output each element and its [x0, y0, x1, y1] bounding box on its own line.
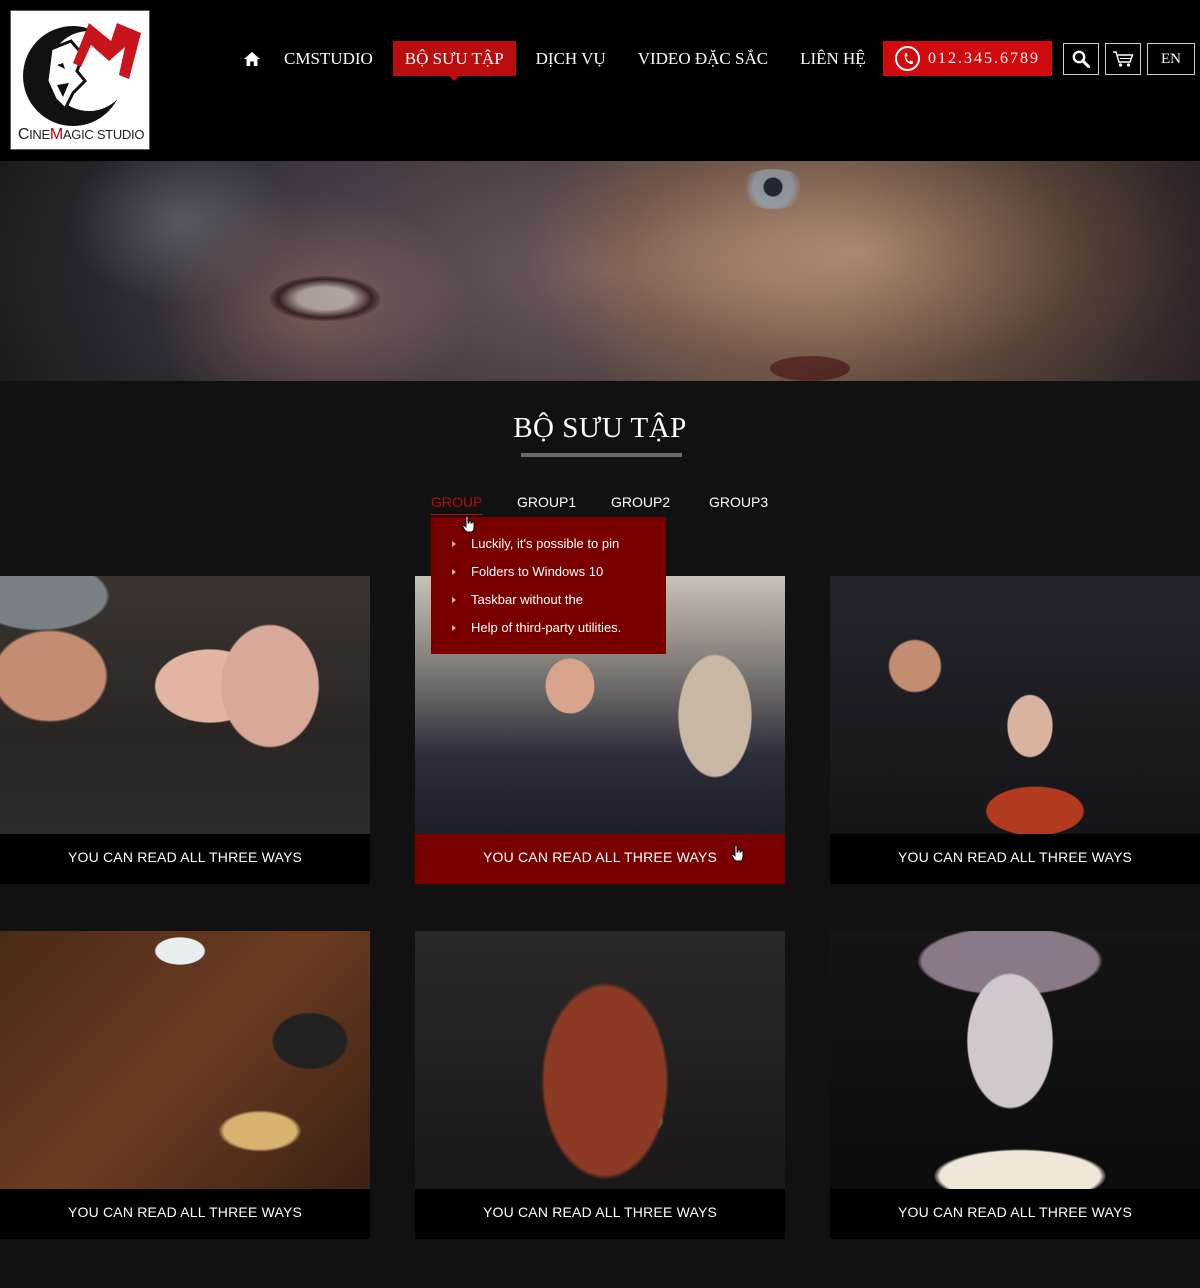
dropdown-item[interactable]: Help of third-party utilities.: [431, 614, 666, 642]
tab-group2[interactable]: GROUP2: [611, 494, 670, 510]
tab-group3[interactable]: GROUP3: [709, 494, 768, 510]
gallery-card[interactable]: YOU CAN READ ALL THREE WAYS: [830, 576, 1200, 884]
cart-button[interactable]: [1105, 43, 1141, 75]
site-header: CINEMAGIC STUDIO CMSTUDIO BỘ SƯU TẬP DỊC…: [0, 0, 1200, 161]
gallery-caption: YOU CAN READ ALL THREE WAYS: [830, 1189, 1200, 1239]
gallery-image: [830, 931, 1200, 1189]
gallery-caption: YOU CAN READ ALL THREE WAYS: [830, 834, 1200, 884]
gallery-image: [0, 576, 370, 834]
gallery-card[interactable]: YOU CAN READ ALL THREE WAYS: [830, 931, 1200, 1239]
nav-item-bo-suu-tap[interactable]: BỘ SƯU TẬP: [392, 41, 516, 81]
dropdown-item[interactable]: Folders to Windows 10: [431, 558, 666, 586]
logo[interactable]: CINEMAGIC STUDIO: [10, 10, 150, 150]
gallery-card[interactable]: YOU CAN READ ALL THREE WAYS: [0, 931, 370, 1239]
nav-item-cmstudio[interactable]: CMSTUDIO: [272, 41, 385, 76]
nav-item-dich-vu[interactable]: DỊCH VỤ: [524, 41, 618, 76]
gallery-caption: YOU CAN READ ALL THREE WAYS: [0, 834, 370, 884]
dropdown-item[interactable]: Taskbar without the: [431, 586, 666, 614]
section-title: BỘ SƯU TẬP: [513, 412, 687, 444]
gallery-image: [0, 931, 370, 1189]
phone-number: 012.345.6789: [928, 49, 1040, 67]
banner-vignette: [0, 161, 1200, 381]
gallery-card[interactable]: YOU CAN READ ALL THREE WAYS: [0, 576, 370, 884]
tab-group[interactable]: GROUP: [431, 494, 483, 515]
cart-icon: [1113, 51, 1134, 67]
search-button[interactable]: [1063, 43, 1099, 75]
gallery-caption: YOU CAN READ ALL THREE WAYS: [415, 834, 785, 884]
dropdown-item[interactable]: Luckily, it's possible to pin: [431, 530, 666, 558]
gallery-image: [415, 931, 785, 1189]
phone-icon: [895, 46, 920, 71]
group-dropdown-menu: Luckily, it's possible to pin Folders to…: [431, 517, 666, 654]
tab-group1[interactable]: GROUP1: [517, 494, 576, 510]
hero-banner: [0, 161, 1200, 381]
gallery-card[interactable]: YOU CAN READ ALL THREE WAYS: [415, 931, 785, 1239]
hand-cursor-icon: [731, 845, 744, 862]
gallery-caption: YOU CAN READ ALL THREE WAYS: [0, 1189, 370, 1239]
language-button[interactable]: EN: [1147, 43, 1195, 75]
nav-home[interactable]: [236, 41, 268, 76]
nav-item-lien-he[interactable]: LIÊN HỆ: [788, 41, 878, 76]
nav-item-video-dac-sac[interactable]: VIDEO ĐẶC SẮC: [626, 41, 780, 76]
main-nav: CMSTUDIO BỘ SƯU TẬP DỊCH VỤ VIDEO ĐẶC SẮ…: [236, 41, 886, 81]
home-icon: [244, 51, 260, 66]
title-underline: [521, 453, 682, 457]
gallery-image: [830, 576, 1200, 834]
gallery-caption: YOU CAN READ ALL THREE WAYS: [415, 1189, 785, 1239]
phone-button[interactable]: 012.345.6789: [883, 41, 1052, 76]
logo-text: CINEMAGIC STUDIO: [17, 126, 145, 143]
search-icon: [1072, 50, 1090, 68]
hand-cursor-icon: [462, 516, 475, 533]
